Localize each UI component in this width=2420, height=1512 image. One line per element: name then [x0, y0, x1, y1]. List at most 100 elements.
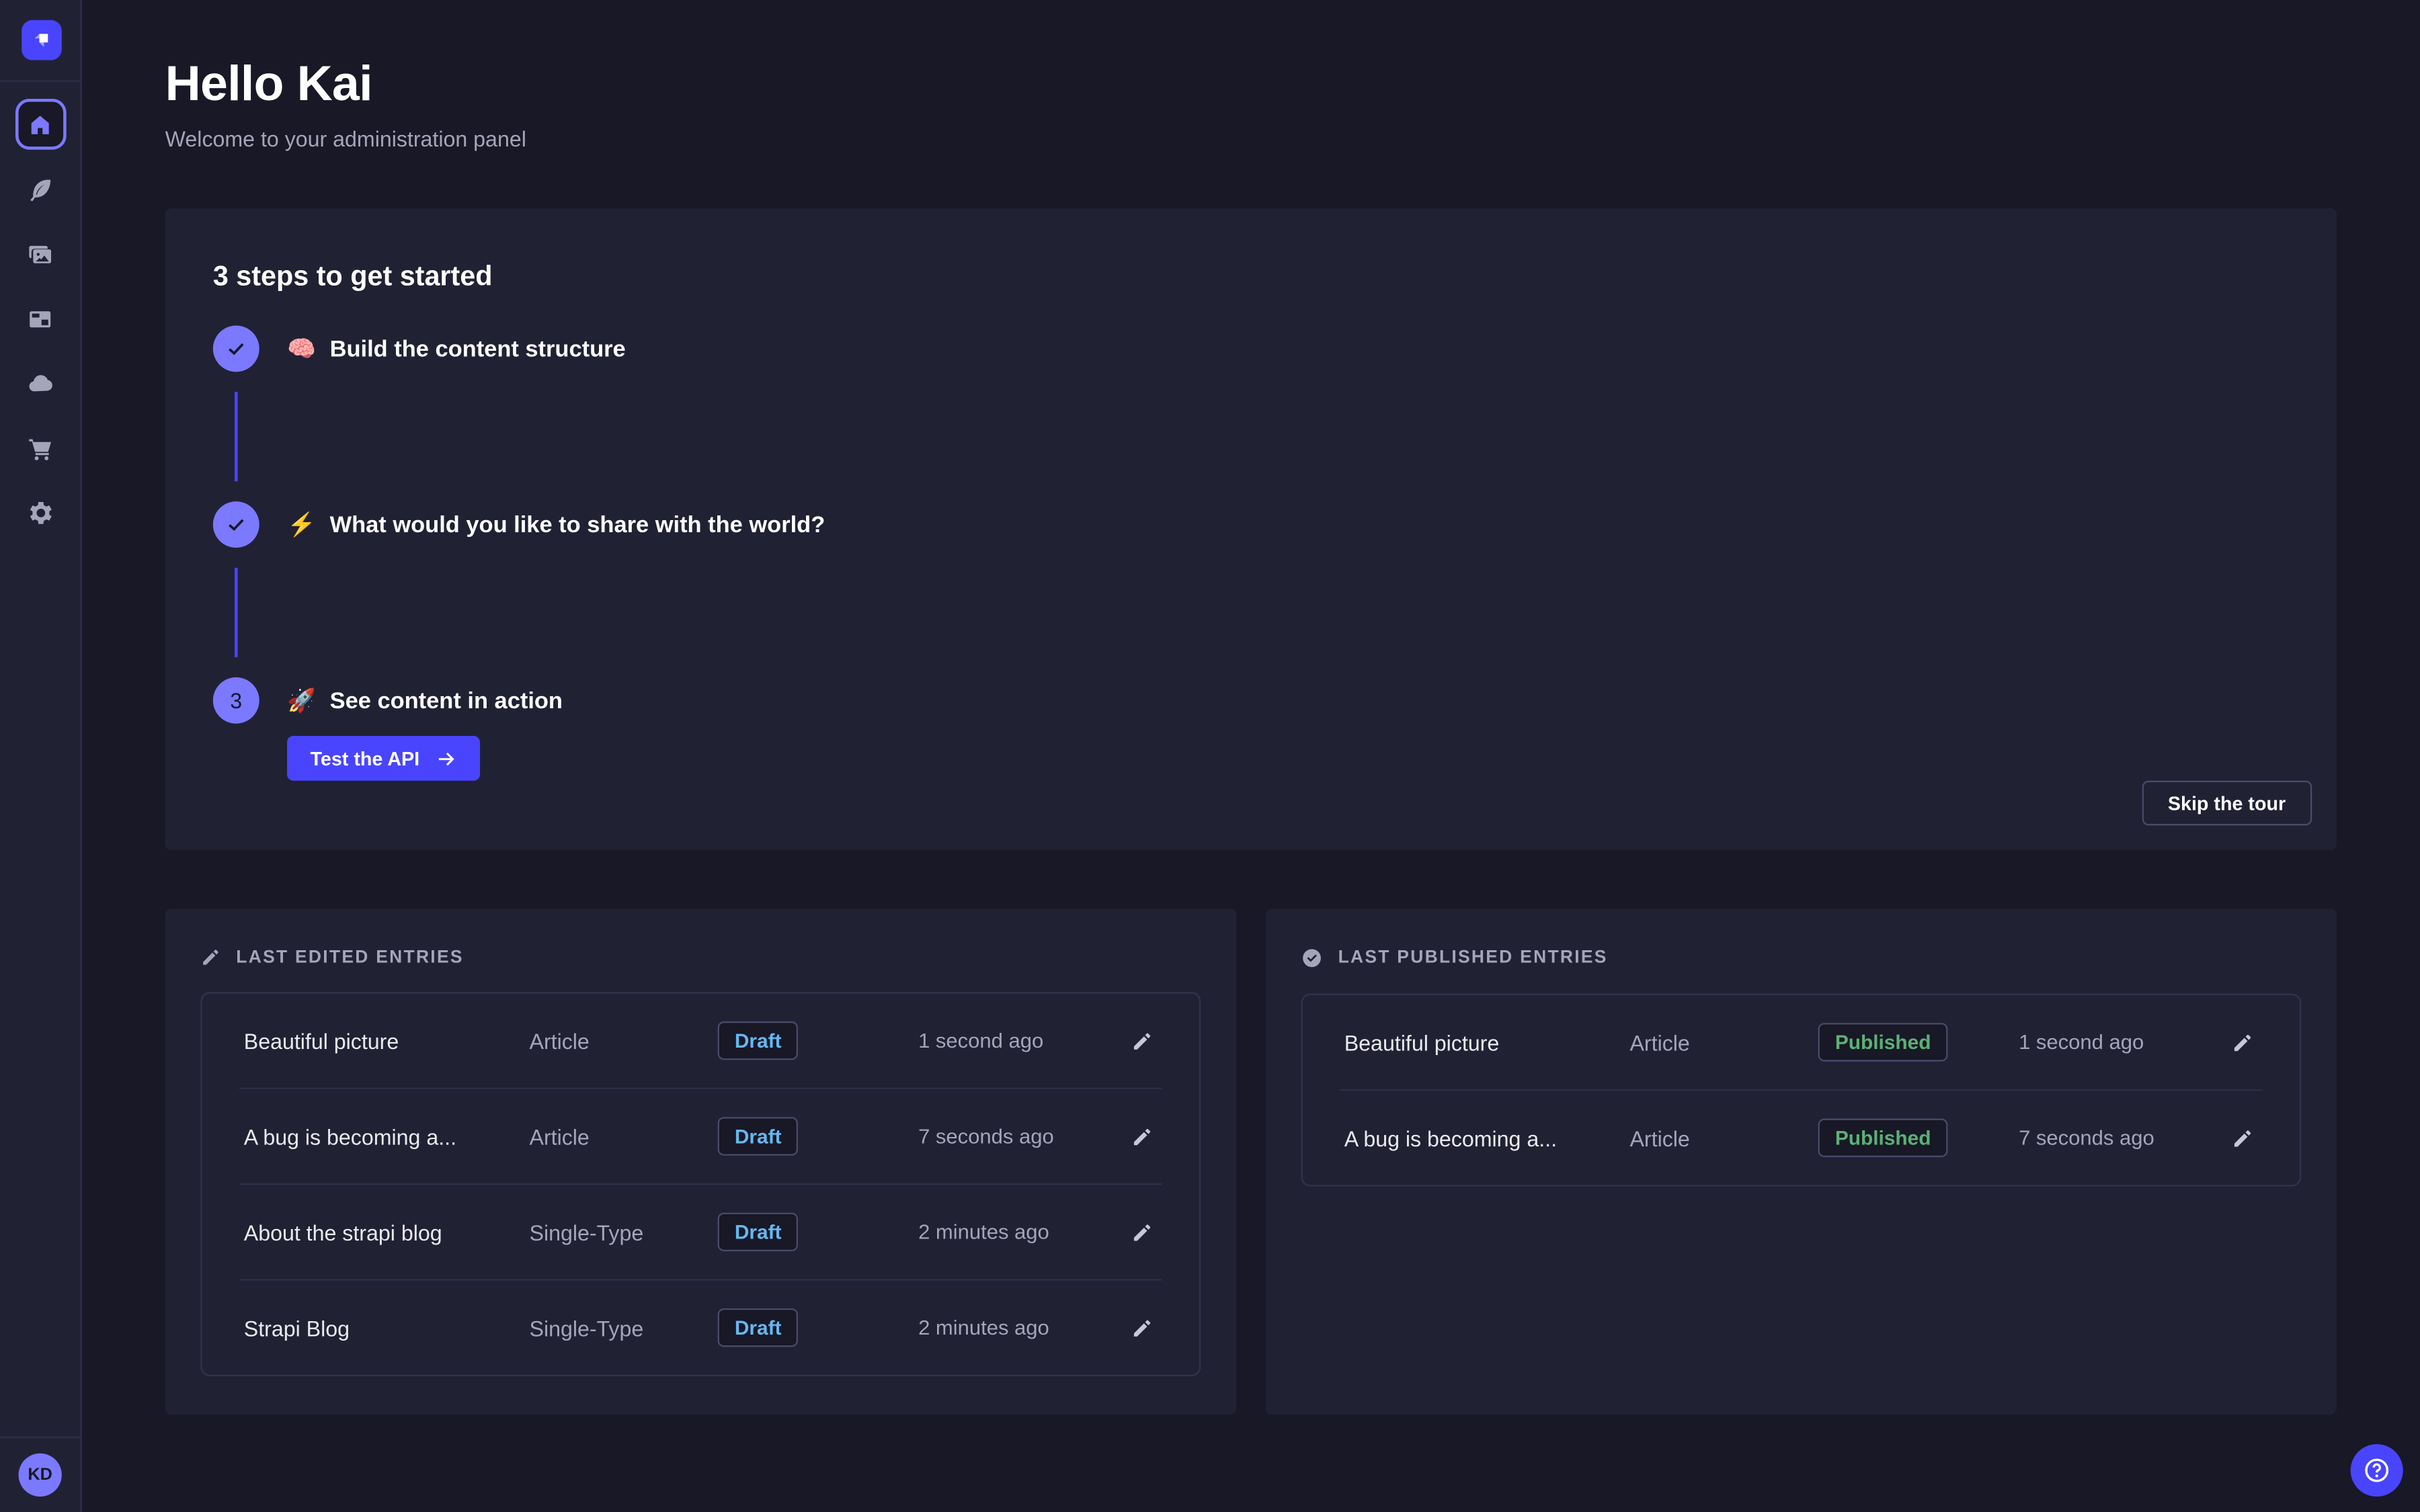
strapi-glyph-icon — [27, 26, 54, 54]
table-row: Beautiful picture Article Published 1 se… — [1303, 995, 2300, 1089]
checkmark-icon — [224, 512, 249, 537]
home-icon — [28, 112, 52, 136]
last-published-header: LAST PUBLISHED ENTRIES — [1301, 948, 2301, 969]
entry-time: 1 second ago — [918, 1029, 1127, 1052]
pencil-icon — [2232, 1127, 2253, 1148]
last-published-table: Beautiful picture Article Published 1 se… — [1301, 994, 2301, 1187]
edit-entry-button[interactable] — [2227, 1127, 2258, 1148]
brain-emoji-icon: 🧠 — [287, 335, 316, 362]
sidebar-item-content-type-builder[interactable] — [15, 293, 66, 344]
entry-type: Single-Type — [530, 1220, 718, 1245]
check-circle-icon — [1301, 948, 1322, 969]
edit-entry-button[interactable] — [1127, 1221, 1158, 1243]
sidebar-item-content-manager[interactable] — [15, 163, 66, 214]
step-connector-line — [235, 392, 238, 481]
user-avatar[interactable]: KD — [19, 1454, 62, 1497]
pencil-icon — [1131, 1221, 1153, 1243]
strapi-admin-app: KD Hello Kai Welcome to your administrat… — [0, 0, 2420, 1512]
cloud-icon — [26, 369, 55, 398]
status-badge: Draft — [718, 1117, 799, 1155]
entry-type: Article — [1629, 1030, 1818, 1055]
step-3-label: 🚀 See content in action — [287, 687, 563, 714]
table-row: A bug is becoming a... Article Published… — [1303, 1091, 2300, 1185]
status-badge: Draft — [718, 1213, 799, 1251]
entry-title: A bug is becoming a... — [244, 1124, 530, 1149]
step-1-check-circle — [213, 325, 259, 372]
skip-the-tour-button[interactable]: Skip the tour — [2142, 781, 2312, 826]
tour-step-3: 3 🚀 See content in action — [213, 677, 2289, 724]
last-edited-header: LAST EDITED ENTRIES — [200, 948, 1201, 968]
pencil-icon — [1131, 1030, 1153, 1052]
edit-entry-button[interactable] — [1127, 1030, 1158, 1052]
arrow-right-icon — [435, 747, 456, 769]
edit-entry-button[interactable] — [1127, 1126, 1158, 1147]
last-published-entries-card: LAST PUBLISHED ENTRIES Beautiful picture… — [1266, 909, 2337, 1415]
cart-icon — [26, 434, 54, 462]
last-published-title: LAST PUBLISHED ENTRIES — [1338, 949, 1608, 968]
entry-time: 7 seconds ago — [918, 1125, 1127, 1148]
layout-icon — [26, 304, 54, 332]
entry-time: 2 minutes ago — [918, 1316, 1127, 1339]
entry-title: Beautiful picture — [244, 1028, 530, 1053]
tour-step-1: 🧠 Build the content structure — [213, 325, 2289, 372]
status-badge: Draft — [718, 1021, 799, 1060]
question-circle-icon — [2362, 1455, 2392, 1486]
sidebar-item-settings[interactable] — [15, 488, 66, 539]
sidebar-nav — [0, 82, 80, 552]
entry-type: Article — [530, 1028, 718, 1053]
page-subtitle: Welcome to your administration panel — [165, 126, 2337, 151]
edit-entry-button[interactable] — [1127, 1317, 1158, 1339]
entry-time: 1 second ago — [2019, 1031, 2227, 1054]
entry-title: A bug is becoming a... — [1344, 1126, 1630, 1150]
lightning-emoji-icon: ⚡ — [287, 511, 316, 538]
sidebar: KD — [0, 0, 82, 1512]
rocket-emoji-icon: 🚀 — [287, 687, 316, 714]
images-icon — [26, 240, 54, 267]
entry-title: Beautiful picture — [1344, 1030, 1630, 1055]
pencil-icon — [1131, 1317, 1153, 1339]
sidebar-item-marketplace[interactable] — [15, 423, 66, 474]
edit-entry-button[interactable] — [2227, 1032, 2258, 1053]
strapi-logo-icon[interactable] — [21, 20, 61, 60]
logo-container — [0, 0, 82, 82]
step-1-label: 🧠 Build the content structure — [287, 335, 626, 362]
pencil-icon — [2232, 1032, 2253, 1053]
checkmark-icon — [224, 337, 249, 362]
pencil-icon — [200, 948, 220, 968]
sidebar-item-media-library[interactable] — [15, 228, 66, 280]
entry-type: Article — [530, 1124, 718, 1149]
status-badge: Published — [1818, 1023, 1948, 1061]
last-edited-title: LAST EDITED ENTRIES — [236, 948, 464, 967]
status-badge: Published — [1818, 1119, 1948, 1157]
pencil-icon — [1131, 1126, 1153, 1147]
table-row: Strapi Blog Single-Type Draft 2 minutes … — [202, 1281, 1199, 1375]
gear-icon — [26, 499, 55, 528]
sidebar-item-home[interactable] — [15, 99, 66, 150]
entry-time: 2 minutes ago — [918, 1220, 1127, 1243]
page-title: Hello Kai — [165, 56, 2337, 113]
step-connector-line — [235, 568, 238, 657]
entry-type: Article — [1629, 1126, 1818, 1150]
table-row: About the strapi blog Single-Type Draft … — [202, 1185, 1199, 1279]
last-edited-entries-card: LAST EDITED ENTRIES Beautiful picture Ar… — [165, 909, 1236, 1415]
sidebar-footer: KD — [0, 1437, 80, 1512]
entry-type: Single-Type — [530, 1315, 718, 1340]
entry-title: Strapi Blog — [244, 1315, 530, 1340]
step-3-number-circle: 3 — [213, 677, 259, 724]
status-badge: Draft — [718, 1308, 799, 1347]
last-edited-table: Beautiful picture Article Draft 1 second… — [200, 992, 1201, 1376]
test-the-api-button[interactable]: Test the API — [287, 736, 480, 781]
guided-tour-title: 3 steps to get started — [213, 261, 2289, 293]
step-2-label: ⚡ What would you like to share with the … — [287, 511, 825, 538]
sidebar-item-deploy[interactable] — [15, 358, 66, 409]
entry-time: 7 seconds ago — [2019, 1126, 2227, 1149]
guided-tour-card: 3 steps to get started 🧠 Build the conte… — [165, 208, 2337, 850]
cta-row: Test the API — [287, 736, 2289, 781]
entry-title: About the strapi blog — [244, 1220, 530, 1245]
entries-section: LAST EDITED ENTRIES Beautiful picture Ar… — [165, 909, 2337, 1415]
help-button[interactable] — [2351, 1444, 2403, 1497]
feather-icon — [26, 175, 54, 203]
step-2-check-circle — [213, 501, 259, 548]
table-row: A bug is becoming a... Article Draft 7 s… — [202, 1089, 1199, 1183]
table-row: Beautiful picture Article Draft 1 second… — [202, 994, 1199, 1088]
